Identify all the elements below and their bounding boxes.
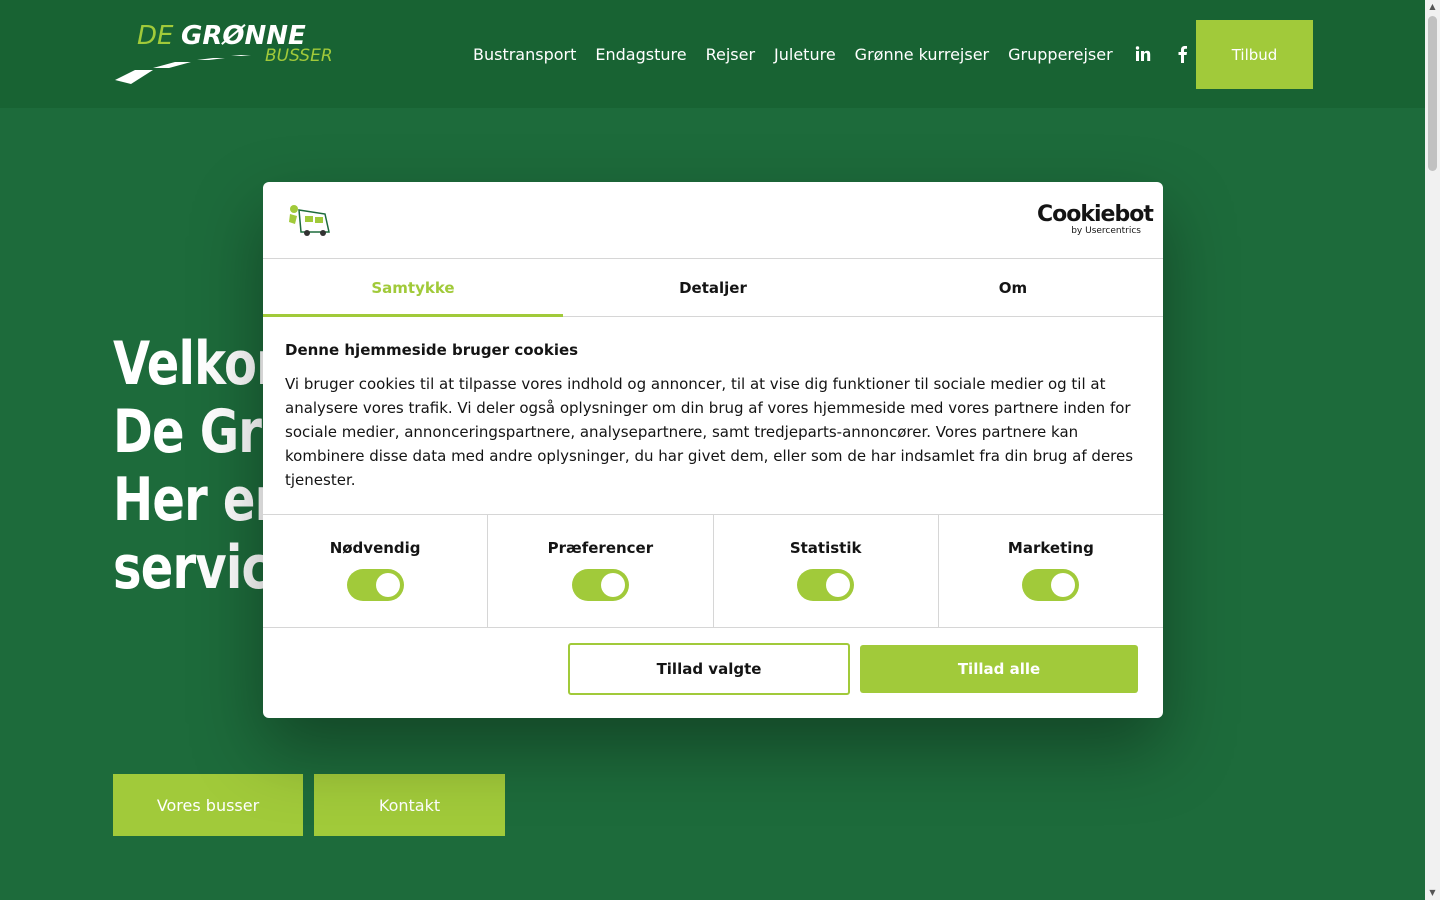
toggle-switch-praeferencer[interactable] xyxy=(571,569,629,601)
cookiebot-brand: Cookiebot xyxy=(1037,202,1154,227)
nav-rejser[interactable]: Rejser xyxy=(706,45,755,64)
nav-endagsture[interactable]: Endagsture xyxy=(595,45,686,64)
toggle-cell-nodvendig: Nødvendig xyxy=(263,515,489,627)
bus-logo-icon xyxy=(285,202,333,238)
logo-word-busser: BUSSER xyxy=(265,46,333,66)
vores-busser-button[interactable]: Vores busser xyxy=(113,774,303,836)
scroll-down-arrow-icon[interactable]: ▼ xyxy=(1428,888,1437,898)
consent-toggles: Nødvendig Præferencer Statistik Marketin… xyxy=(263,514,1163,628)
scrollbar-thumb[interactable] xyxy=(1428,16,1437,171)
dialog-tabs: Samtykke Detaljer Om xyxy=(263,259,1163,317)
toggle-switch-statistik[interactable] xyxy=(797,569,855,601)
cookiebot-sub: by Usercentrics xyxy=(1071,226,1141,236)
toggle-cell-praeferencer: Præferencer xyxy=(488,515,714,627)
scroll-up-arrow-icon[interactable]: ▲ xyxy=(1428,2,1437,12)
nav-bustransport[interactable]: Bustransport xyxy=(473,45,576,64)
logo-word-de: DE xyxy=(137,21,174,51)
facebook-icon[interactable] xyxy=(1172,44,1192,64)
dialog-description: Vi bruger cookies til at tilpasse vores … xyxy=(285,375,1134,489)
linkedin-icon[interactable] xyxy=(1133,44,1153,64)
toggle-switch-marketing[interactable] xyxy=(1022,569,1080,601)
toggle-label-nodvendig: Nødvendig xyxy=(329,539,421,557)
cookie-consent-dialog: Cookiebot by Usercentrics Samtykke Detal… xyxy=(263,182,1163,718)
dialog-title: Denne hjemmeside bruger cookies xyxy=(285,341,579,359)
toggle-label-marketing: Marketing xyxy=(1007,539,1094,557)
dialog-body: Denne hjemmeside bruger cookies Vi bruge… xyxy=(285,340,1145,492)
allow-selected-button[interactable]: Tillad valgte xyxy=(568,643,850,695)
toggle-switch-nodvendig[interactable] xyxy=(346,569,404,601)
site-logo[interactable]: DE GRØNNE BUSSER xyxy=(113,18,358,88)
tab-detaljer[interactable]: Detaljer xyxy=(563,259,863,316)
main-nav: Bustransport Endagsture Rejser Juleture … xyxy=(473,0,1211,108)
toggle-label-statistik: Statistik xyxy=(789,539,862,557)
toggle-label-praeferencer: Præferencer xyxy=(547,539,654,557)
dialog-header: Cookiebot by Usercentrics xyxy=(263,182,1163,259)
nav-juleture[interactable]: Juleture xyxy=(774,45,836,64)
tab-samtykke[interactable]: Samtykke xyxy=(263,259,563,317)
nav-gronne-kurrejser[interactable]: Grønne kurrejser xyxy=(855,45,989,64)
tilbud-button[interactable]: Tilbud xyxy=(1196,20,1313,89)
cookiebot-logo: Cookiebot by Usercentrics xyxy=(1037,202,1154,237)
nav-grupperejser[interactable]: Grupperejser xyxy=(1008,45,1113,64)
page-scrollbar[interactable]: ▲ ▼ xyxy=(1425,0,1440,900)
allow-all-button[interactable]: Tillad alle xyxy=(860,645,1138,693)
site-header: DE GRØNNE BUSSER Bustransport Endagsture… xyxy=(0,0,1425,108)
toggle-cell-marketing: Marketing xyxy=(939,515,1163,627)
tab-om[interactable]: Om xyxy=(863,259,1163,316)
toggle-cell-statistik: Statistik xyxy=(714,515,939,627)
kontakt-button[interactable]: Kontakt xyxy=(314,774,505,836)
